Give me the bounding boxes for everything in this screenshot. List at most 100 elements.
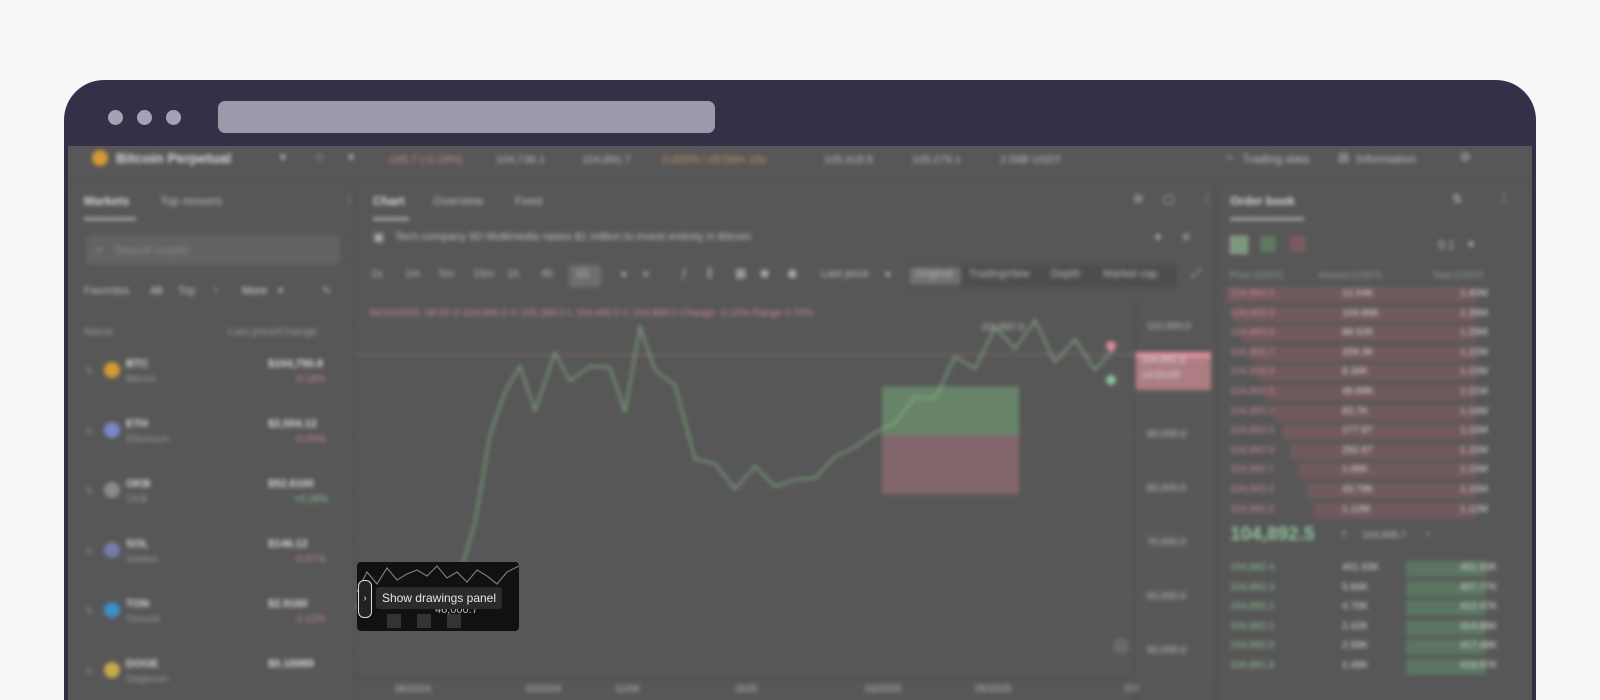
interval-15m[interactable]: 15m (473, 268, 494, 280)
candle-icon[interactable]: ⫼ (707, 266, 713, 281)
chevron-down-icon[interactable]: ▾ (280, 150, 286, 164)
favorite-star-icon[interactable]: ☆ (84, 424, 94, 437)
view-depth[interactable]: Depth (1051, 268, 1080, 280)
interval-4h[interactable]: 4h (541, 268, 553, 280)
tab-chart[interactable]: Chart (373, 194, 404, 208)
price-axis-bg (1135, 358, 1215, 678)
tab-overview[interactable]: Overview (433, 194, 483, 208)
window-close-dot[interactable] (108, 110, 123, 125)
coin-price: $0.16989 (268, 658, 314, 670)
depth-select[interactable]: 0.1 (1438, 238, 1455, 252)
bids-only-icon[interactable] (1260, 236, 1276, 252)
market-row[interactable]: ☆ ETH Ethereum $2,504.12 -0.05% (68, 410, 354, 466)
search-input[interactable]: ⌕ Search crypto (86, 235, 340, 265)
ask-row[interactable]: 104,894.0 12.54K 1.40M (1216, 286, 1532, 304)
ask-row[interactable]: 104,893.6 8.34K 1.15M (1216, 364, 1532, 382)
chevron-down-icon[interactable]: ▾ (1155, 230, 1161, 244)
close-icon[interactable]: ✕ (1181, 230, 1191, 244)
panel-menu-icon[interactable]: ⋮ (1498, 192, 1510, 206)
tab-top-movers[interactable]: Top movers (160, 194, 222, 208)
interval-dropdown-icon[interactable]: ▾ (621, 268, 627, 281)
ask-depth-bar (1298, 463, 1476, 480)
template-icon[interactable]: ◉ (787, 266, 797, 280)
favorite-star-icon[interactable]: ☆ (84, 544, 94, 557)
bid-row[interactable]: 104,892.1 2.42K 414.89K (1216, 619, 1532, 637)
indicator-icon[interactable]: ⫸ (643, 266, 650, 281)
information-link[interactable]: Information (1356, 152, 1416, 166)
market-row[interactable]: ☆ TON Toncoin $2.9160 -1.12% (68, 590, 354, 646)
price-type-select[interactable]: Last price (821, 268, 869, 280)
panel-menu-icon[interactable]: ⋮ (1201, 192, 1213, 206)
high-label: 111,997.0 (981, 322, 1025, 333)
window-maximize-dot[interactable] (166, 110, 181, 125)
interval-1D[interactable]: 1D (575, 268, 589, 280)
chevron-down-icon[interactable]: ▾ (278, 284, 284, 297)
market-row[interactable]: ☆ OKB OKB $52.6100 +0.28% (68, 470, 354, 526)
news-headline[interactable]: Tech company 9D Multimedia raises $1 mil… (395, 231, 751, 243)
filter-all[interactable]: All (150, 285, 162, 297)
interval-1h[interactable]: 1h (507, 268, 519, 280)
price-chart[interactable] (355, 300, 1215, 700)
drawings-panel-toggle[interactable]: › (358, 580, 372, 618)
chevron-right-icon[interactable]: › (1426, 528, 1430, 540)
edit-icon[interactable]: ✎ (322, 284, 331, 297)
interval-1s[interactable]: 1s (371, 268, 383, 280)
ask-row[interactable]: 104,893.2 83.7K 1.16M (1216, 404, 1532, 422)
chevron-right-icon[interactable]: › (214, 284, 218, 296)
fx-icon[interactable]: ƒ (681, 266, 688, 280)
market-row[interactable]: ☆ DOGE Dogecoin $0.16989 (68, 650, 354, 700)
favorite-star-icon[interactable]: ☆ (84, 604, 94, 617)
bid-row[interactable]: 104,892.3 5.84K 407.77K (1216, 580, 1532, 598)
view-original[interactable]: Original (915, 268, 953, 280)
favorite-star-icon[interactable]: ☆ (84, 364, 94, 377)
bid-row[interactable]: 104,892.4 401.93K 401.93K (1216, 560, 1532, 578)
fullscreen-icon[interactable]: ▢ (1163, 192, 1174, 206)
ask-row[interactable]: 104,893.3 46.89K 1.21M (1216, 384, 1532, 402)
ask-amount: 12.54K (1342, 288, 1374, 299)
filter-more[interactable]: More (242, 285, 267, 297)
star-icon[interactable]: ☆ (314, 150, 325, 164)
ask-row[interactable]: 104,892.7 1.06K 1.15M (1216, 462, 1532, 480)
ask-row[interactable]: 104,893.0 177.97 1.15M (1216, 423, 1532, 441)
trading-data-link[interactable]: Trading data (1242, 152, 1309, 166)
tab-markets[interactable]: Markets (84, 194, 129, 208)
ask-row[interactable]: 104,893.7 209.3K 1.22M (1216, 345, 1532, 363)
window-minimize-dot[interactable] (137, 110, 152, 125)
interval-1m[interactable]: 1m (405, 268, 420, 280)
filter-favorites[interactable]: Favorites (84, 285, 129, 297)
market-row[interactable]: ☆ SOL Solana $146.12 -0.67% (68, 530, 354, 586)
expand-icon[interactable]: ⤢ (1191, 266, 1201, 281)
ask-amount: 292.67 (1342, 444, 1373, 456)
ticker-bar: Bitcoin Perpetual ▾ ☆ ▾ -195.7 (-0.18%) … (68, 146, 1532, 181)
interval-5m[interactable]: 5m (439, 268, 454, 280)
address-bar[interactable] (218, 101, 715, 133)
view-market-cap[interactable]: Market cap (1103, 268, 1157, 280)
bid-row[interactable]: 104,892.2 4.70K 412.47K (1216, 599, 1532, 617)
both-sides-icon[interactable] (1230, 236, 1248, 254)
symbol-title[interactable]: Bitcoin Perpetual (116, 150, 231, 166)
camera-icon[interactable]: ◙ (761, 266, 768, 280)
ask-row[interactable]: 104,893.9 104.89K 1.39M (1216, 306, 1532, 324)
ask-amount: 177.97 (1342, 425, 1373, 437)
layout-icon[interactable]: ▦ (735, 266, 746, 280)
favorite-star-icon[interactable]: ☆ (84, 484, 94, 497)
tab-feed[interactable]: Feed (515, 194, 542, 208)
more-icon[interactable]: ▾ (348, 150, 354, 164)
ask-row[interactable]: 104,893.8 88.52K 1.28M (1216, 325, 1532, 343)
settings-icon[interactable]: ⚙ (1460, 150, 1471, 164)
bid-row[interactable]: 104,891.9 2.49K 419.97K (1216, 658, 1532, 676)
chevron-down-icon[interactable]: ▾ (1468, 237, 1474, 251)
settings-icon[interactable]: ⚙ (1133, 192, 1144, 206)
market-row[interactable]: ☆ BTC Bitcoin $104,750.8 -0.18% (68, 350, 354, 406)
asks-only-icon[interactable] (1290, 236, 1306, 252)
favorite-star-icon[interactable]: ☆ (84, 664, 94, 677)
filter-top[interactable]: Top (178, 285, 196, 297)
bid-amount: 4.70K (1342, 601, 1369, 613)
ask-row[interactable]: 104,892.9 292.67 1.15M (1216, 443, 1532, 461)
view-tradingview[interactable]: TradingView (969, 268, 1030, 280)
ask-row[interactable]: 104,892.5 1.12M 1.12M (1216, 502, 1532, 520)
ask-row[interactable]: 104,892.6 43.79K 1.15M (1216, 482, 1532, 500)
chevron-down-icon[interactable]: ▾ (885, 268, 891, 281)
bid-row[interactable]: 104,892.0 2.59K 417.48K (1216, 638, 1532, 656)
swap-icon[interactable]: ⇅ (1452, 192, 1462, 206)
